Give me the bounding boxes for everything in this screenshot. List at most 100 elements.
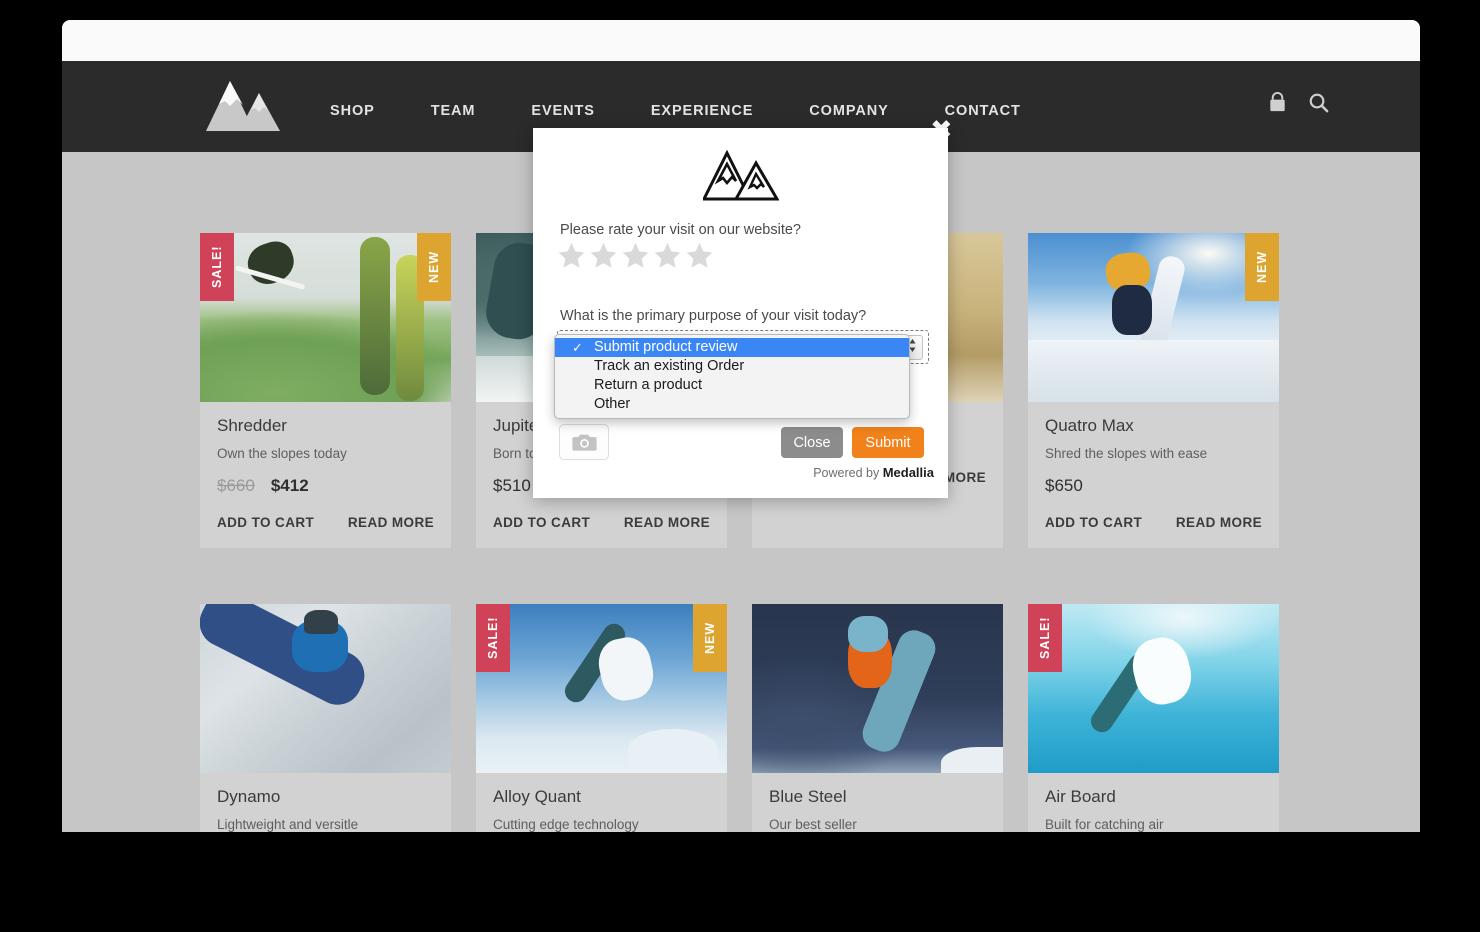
select-option-label: Track an existing Order xyxy=(594,358,744,374)
product-card[interactable]: Blue SteelOur best seller$295ADD TO CART… xyxy=(752,604,1003,832)
product-actions: ADD TO CART READ MORE xyxy=(217,515,434,530)
board-silhouette xyxy=(200,604,373,713)
rider-pants xyxy=(1112,285,1152,335)
product-artwork xyxy=(1028,233,1279,402)
purpose-question-label: What is the primary purpose of your visi… xyxy=(560,308,866,324)
camera-icon xyxy=(572,432,597,452)
browser-chrome-bar xyxy=(62,20,1420,61)
check-icon: ✓ xyxy=(572,338,583,357)
camera-button[interactable] xyxy=(559,424,609,460)
nav-item-experience[interactable]: EXPERIENCE xyxy=(623,97,781,125)
new-ribbon: NEW xyxy=(417,233,451,301)
product-details: Shredder Own the slopes today $660 $412 ADD … xyxy=(200,402,451,548)
select-option-label: Submit product review xyxy=(594,339,737,355)
add-to-cart-button[interactable]: ADD TO CART xyxy=(1045,515,1142,530)
product-actions: ADD TO CART READ MORE xyxy=(493,515,710,530)
product-name: Dynamo xyxy=(217,787,434,807)
product-card[interactable]: SALE!NEW Shredder Own the slopes today $660… xyxy=(200,233,451,548)
mountain-logo-icon[interactable] xyxy=(205,79,281,133)
star-rating[interactable] xyxy=(557,241,714,270)
product-details: Blue SteelOur best seller$295ADD TO CART… xyxy=(752,773,1003,832)
select-option[interactable]: ✓ Submit product review xyxy=(555,338,909,357)
product-price: $412 xyxy=(271,476,309,496)
powered-prefix: Powered by xyxy=(813,466,879,480)
read-more-button[interactable]: READ MORE xyxy=(1176,515,1262,530)
product-tagline: Our best seller xyxy=(769,817,986,832)
product-image[interactable]: SALE!NEW xyxy=(200,233,451,402)
product-image[interactable] xyxy=(752,604,1003,773)
powered-by-medallia: Powered by Medallia xyxy=(813,465,934,480)
sale-ribbon: SALE! xyxy=(1028,604,1062,672)
product-name: Blue Steel xyxy=(769,787,986,807)
product-tagline: Lightweight and versitle xyxy=(217,817,434,832)
new-ribbon: NEW xyxy=(693,604,727,672)
snow-peak xyxy=(628,729,718,771)
close-button[interactable]: Close xyxy=(781,427,843,458)
product-artwork xyxy=(200,233,451,402)
product-price-original: $660 xyxy=(217,476,255,496)
add-to-cart-button[interactable]: ADD TO CART xyxy=(217,515,314,530)
product-artwork xyxy=(752,604,1003,773)
product-artwork xyxy=(476,604,727,773)
browser-viewport: SHOPTEAMEVENTSEXPERIENCECOMPANYCONTACT ✖… xyxy=(62,20,1420,832)
sale-ribbon: SALE! xyxy=(476,604,510,672)
product-card[interactable]: SALE! Air BoardBuilt for catching air$560… xyxy=(1028,604,1279,832)
add-to-cart-button[interactable]: ADD TO CART xyxy=(493,515,590,530)
select-option-label: Return a product xyxy=(594,377,702,393)
product-name: Alloy Quant xyxy=(493,787,710,807)
product-image[interactable]: NEW xyxy=(1028,233,1279,402)
product-price: $650 xyxy=(1045,476,1083,496)
product-price: $510 xyxy=(493,476,531,496)
star-icon-5[interactable] xyxy=(685,241,714,270)
product-details: Quatro Max Shred the slopes with ease $650… xyxy=(1028,402,1279,548)
nav-item-team[interactable]: TEAM xyxy=(403,97,504,125)
product-card[interactable]: DynamoLightweight and versitle$280ADD TO… xyxy=(200,604,451,832)
new-ribbon: NEW xyxy=(1245,233,1279,301)
product-image[interactable]: SALE! xyxy=(1028,604,1279,773)
star-icon-2[interactable] xyxy=(589,241,618,270)
star-icon-4[interactable] xyxy=(653,241,682,270)
survey-modal: Please rate your visit on our website? W… xyxy=(533,128,948,498)
mountain-outline-logo-icon xyxy=(703,150,779,202)
product-card[interactable]: SALE! NEW Alloy Quant Cutting edge technolo… xyxy=(476,604,727,832)
rider-jacket xyxy=(848,616,888,652)
purpose-select-dropdown[interactable]: ✓ Submit product review Track an existing … xyxy=(554,334,910,419)
product-actions: ADD TO CART READ MORE xyxy=(1045,515,1262,530)
product-tagline: Own the slopes today xyxy=(217,446,434,461)
submit-button[interactable]: Submit xyxy=(852,427,924,458)
device-frame: SHOPTEAMEVENTSEXPERIENCECOMPANYCONTACT ✖… xyxy=(0,0,1480,932)
read-more-button[interactable]: READ MORE xyxy=(348,515,434,530)
select-option-label: Other xyxy=(594,396,630,412)
product-card[interactable]: NEW Quatro Max Shred the slopes with ease $… xyxy=(1028,233,1279,548)
read-more-button[interactable]: READ MORE xyxy=(624,515,710,530)
snow-peak xyxy=(941,747,1003,773)
nav-item-shop[interactable]: SHOP xyxy=(302,97,403,125)
shopping-bag-icon[interactable] xyxy=(1266,91,1289,114)
product-image[interactable] xyxy=(200,604,451,773)
star-icon-1[interactable] xyxy=(557,241,586,270)
nav-item-events[interactable]: EVENTS xyxy=(503,97,622,125)
board-graphic xyxy=(360,237,390,395)
nav-item-company[interactable]: COMPANY xyxy=(781,97,916,125)
product-name: Shredder xyxy=(217,416,434,436)
search-icon[interactable] xyxy=(1307,91,1330,114)
select-option[interactable]: Track an existing Order xyxy=(555,357,909,376)
rider-helmet xyxy=(304,610,338,634)
product-tagline: Shred the slopes with ease xyxy=(1045,446,1262,461)
rider-silhouette xyxy=(1127,632,1197,710)
select-option[interactable]: Other xyxy=(555,395,909,414)
product-details: Air BoardBuilt for catching air$560$520A… xyxy=(1028,773,1279,832)
product-artwork xyxy=(200,604,451,773)
product-image[interactable]: SALE! NEW xyxy=(476,604,727,773)
product-name: Air Board xyxy=(1045,787,1262,807)
product-details: Alloy QuantCutting edge technology$460$3… xyxy=(476,773,727,832)
header-icon-group xyxy=(1266,91,1330,114)
select-option[interactable]: Return a product xyxy=(555,376,909,395)
product-tagline: Cutting edge technology xyxy=(493,817,710,832)
star-icon-3[interactable] xyxy=(621,241,650,270)
rating-question-label: Please rate your visit on our website? xyxy=(560,222,801,238)
product-price-row: $650 xyxy=(1045,476,1262,497)
medallia-brand: Medallia xyxy=(883,465,934,480)
product-name: Quatro Max xyxy=(1045,416,1262,436)
product-details: DynamoLightweight and versitle$280ADD TO… xyxy=(200,773,451,832)
